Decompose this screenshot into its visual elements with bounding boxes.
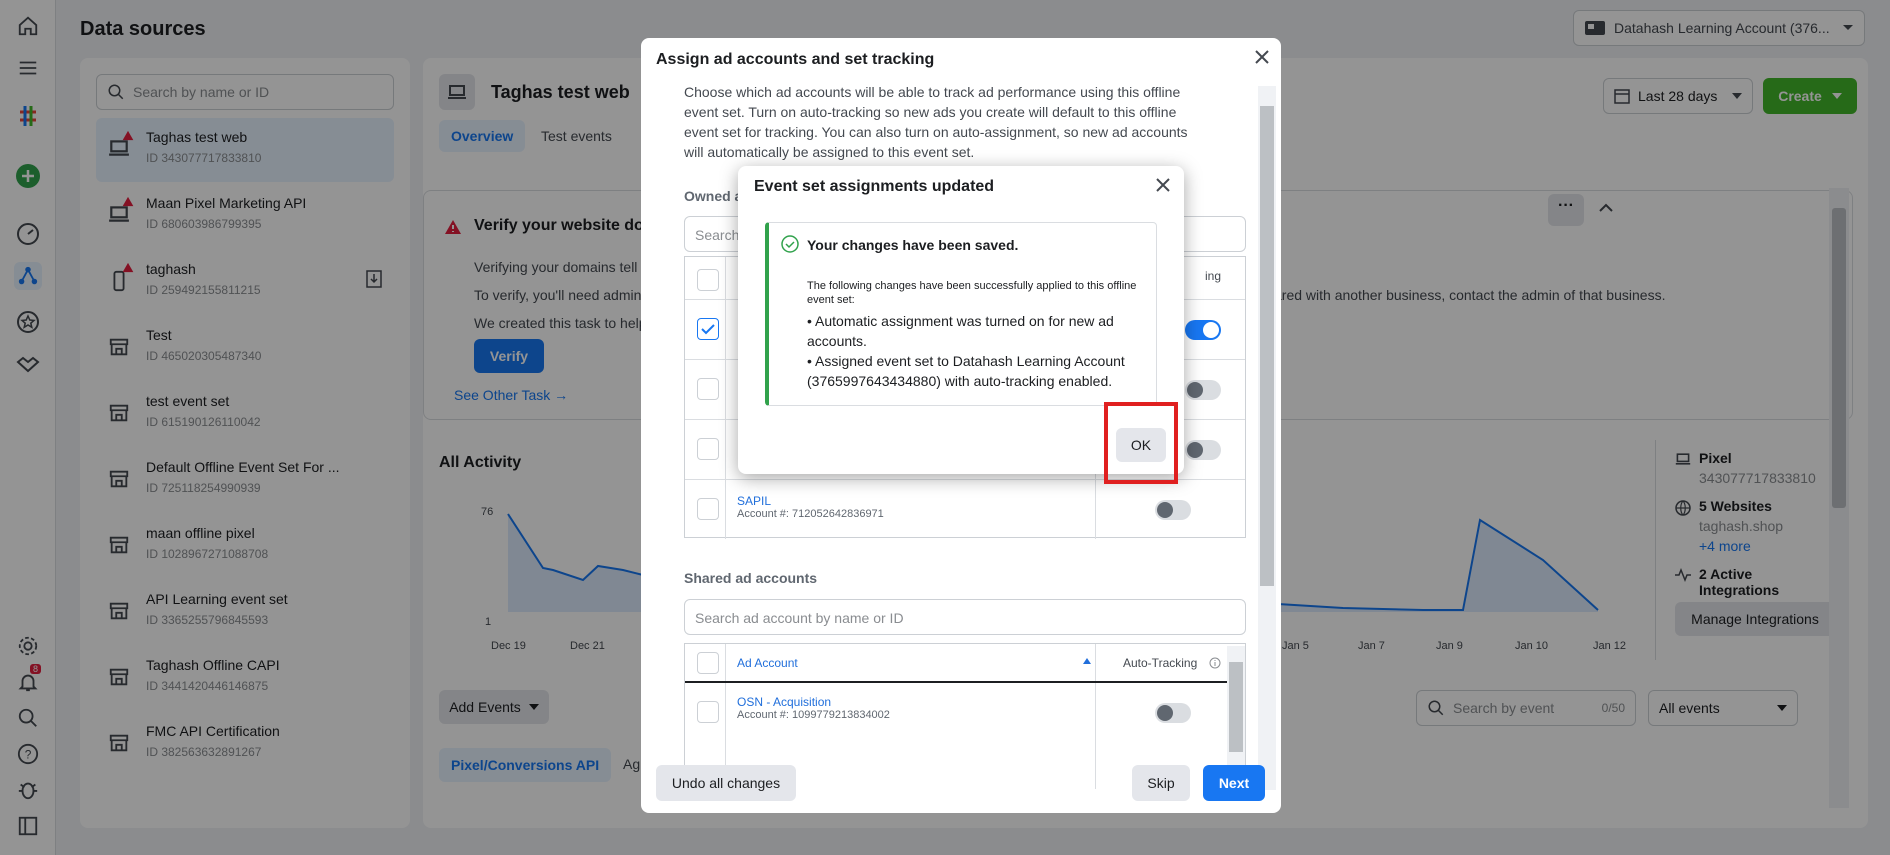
change-bullet-2: • Assigned event set to Datahash Learnin…	[807, 353, 1125, 389]
sort-ascending-icon[interactable]	[1083, 658, 1091, 664]
row-checkbox[interactable]	[697, 498, 719, 520]
ad-account-number: Account #: 1099779213834002	[737, 709, 890, 721]
ad-account-number: Account #: 712052642836971	[737, 508, 884, 520]
auto-tracking-toggle[interactable]	[1185, 440, 1221, 460]
auto-tracking-toggle[interactable]	[1155, 703, 1191, 723]
ad-account-name-link[interactable]: OSN - Acquisition	[737, 695, 890, 709]
change-bullet-1: • Automatic assignment was turned on for…	[807, 313, 1114, 349]
skip-button[interactable]: Skip	[1132, 765, 1190, 801]
auto-tracking-toggle-on[interactable]	[1185, 320, 1221, 340]
select-all-checkbox[interactable]	[697, 269, 719, 291]
changes-intro: The following changes have been successf…	[807, 280, 1137, 306]
auto-tracking-toggle[interactable]	[1155, 500, 1191, 520]
ad-account-name-link[interactable]: SAPIL	[737, 494, 884, 508]
close-icon[interactable]	[1255, 50, 1269, 64]
owned-accounts-label: Owned a	[684, 188, 743, 204]
ad-account-column-header[interactable]: Ad Account	[737, 656, 798, 670]
info-icon[interactable]	[1209, 657, 1221, 669]
dialog-description: Choose which ad accounts will be able to…	[684, 84, 1188, 160]
close-icon[interactable]	[1156, 178, 1170, 192]
dialog-scrollbar[interactable]	[1258, 86, 1276, 790]
saved-message: Your changes have been saved.	[807, 237, 1019, 253]
row-checkbox[interactable]	[697, 378, 719, 400]
dialog-title: Assign ad accounts and set tracking	[656, 51, 935, 68]
highlight-box	[1104, 402, 1178, 484]
select-all-checkbox[interactable]	[697, 652, 719, 674]
owned-search-placeholder: Search	[695, 227, 740, 243]
shared-accounts-label: Shared ad accounts	[684, 570, 818, 586]
row-checkbox[interactable]	[697, 701, 719, 723]
auto-tracking-header-tail: ing	[1205, 269, 1222, 283]
auto-tracking-column-header: Auto-Tracking	[1123, 656, 1198, 670]
check-circle-icon	[781, 235, 799, 253]
shared-search-placeholder: Search ad account by name or ID	[695, 610, 904, 626]
auto-tracking-toggle[interactable]	[1185, 380, 1221, 400]
shared-search-input[interactable]: Search ad account by name or ID	[684, 599, 1246, 635]
next-button[interactable]: Next	[1203, 765, 1265, 801]
success-banner: Your changes have been saved. The follow…	[765, 222, 1157, 406]
modal-title: Event set assignments updated	[754, 178, 995, 195]
row-checkbox[interactable]	[697, 438, 719, 460]
undo-all-changes-button[interactable]: Undo all changes	[656, 765, 796, 801]
table-row: SAPIL Account #: 712052642836971	[685, 479, 1245, 539]
table-row: OSN - Acquisition Account #: 109977921383…	[685, 681, 1245, 741]
row-checkbox-checked[interactable]	[697, 318, 719, 340]
